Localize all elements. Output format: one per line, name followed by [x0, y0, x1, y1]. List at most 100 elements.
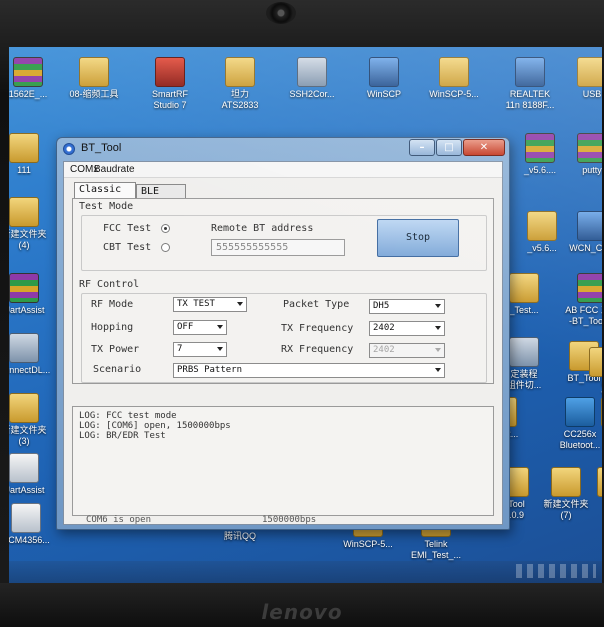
desktop-icon[interactable]: 6 T — [569, 347, 602, 401]
tx-power-select[interactable]: 7 — [173, 342, 227, 357]
lenovo-logo: lenovo — [261, 600, 343, 624]
fcc-test-radio[interactable] — [161, 224, 170, 233]
rx-frequency-value: 2402 — [373, 345, 395, 355]
desktop-icon-label: WCN_Co... — [569, 243, 602, 253]
doc-icon — [9, 453, 39, 483]
remote-address-label: Remote BT address — [211, 223, 314, 234]
rx-frequency-select: 2402 — [369, 343, 445, 358]
system-tray — [516, 564, 596, 578]
status-port: COM6 is open — [86, 515, 152, 525]
desktop-icon[interactable]: 88 — [581, 397, 602, 440]
folder-icon — [589, 347, 602, 377]
desktop-icon[interactable]: REALTEK 11n 8188F... — [495, 57, 565, 111]
rar-icon — [577, 273, 602, 303]
desktop-icon-label: ConnectDL... — [9, 365, 51, 375]
folder-icon — [509, 273, 539, 303]
desktop-icon-label: SSH2Cor... — [289, 89, 335, 99]
desktop-icon[interactable]: UartAssist — [9, 273, 59, 316]
menu-bar: COMx Baudrate — [64, 162, 502, 178]
tab-ble[interactable]: BLE — [136, 184, 186, 199]
folder-icon — [79, 57, 109, 87]
desktop-icon[interactable]: putty — [557, 133, 602, 176]
desktop-icon-label: REALTEK 11n 8188F... — [505, 89, 555, 110]
folder-icon — [601, 397, 602, 427]
scenario-label: Scenario — [93, 364, 142, 375]
cbt-test-radio[interactable] — [161, 243, 170, 252]
desktop-icon-label: AB FCC 工具 -BT_Tool ... — [565, 305, 602, 326]
tab-classic[interactable]: Classic — [74, 182, 136, 199]
cbt-test-label: CBT Test — [103, 242, 152, 253]
desktop-icon[interactable]: 111 — [9, 133, 59, 176]
desktop-icon-label: Telink EMI_Test_... — [410, 539, 462, 560]
desktop-icon-label: 1562E_... — [9, 89, 48, 99]
desktop-icon[interactable]: SmartRF Studio 7 — [135, 57, 205, 111]
desktop-icon-label: UartAssist — [9, 485, 45, 495]
stop-button[interactable]: Stop — [377, 219, 459, 257]
rf-mode-select[interactable]: TX TEST — [173, 297, 247, 312]
chevron-down-icon — [435, 326, 441, 330]
scenario-select[interactable]: PRBS Pattern — [173, 363, 445, 378]
chevron-down-icon — [435, 304, 441, 308]
desktop-icon[interactable]: BCM4356... — [9, 503, 61, 546]
tx-frequency-select[interactable]: 2402 — [369, 321, 445, 336]
tx-power-label: TX Power — [91, 344, 140, 355]
desktop-icon-label: WinSCP-5... — [343, 539, 393, 549]
maximize-icon: □ — [444, 142, 454, 153]
chevron-down-icon — [435, 368, 441, 372]
maximize-button[interactable]: □ — [436, 139, 462, 156]
log-area[interactable]: LOG: FCC test mode LOG: [COM6] open, 150… — [72, 406, 494, 516]
desktop-icon-label: putty — [582, 165, 602, 175]
desktop-icon-label: 坦力 ATS2833 — [221, 89, 259, 110]
desktop-icon-label: 111 — [17, 165, 31, 175]
tx-power-value: 7 — [177, 344, 183, 354]
folder-icon — [225, 57, 255, 87]
close-icon: ✕ — [479, 142, 489, 153]
scenario-value: PRBS Pattern — [177, 365, 243, 375]
desktop-icon[interactable]: WinSCP-5... — [419, 57, 489, 100]
desktop-icon-label: USB — [582, 89, 602, 99]
title-bar[interactable]: BT_Tool – □ ✕ — [57, 138, 509, 160]
net-icon — [577, 211, 602, 241]
desktop-icon[interactable]: UartAssist — [9, 453, 59, 496]
rar-icon — [577, 133, 602, 163]
fcc-test-label: FCC Test — [103, 223, 152, 234]
desktop-icon[interactable]: USB — [557, 57, 602, 100]
minimize-button[interactable]: – — [409, 139, 435, 156]
desktop-icon[interactable]: 新建文件夹 (4) — [9, 197, 59, 251]
desktop-icon-label: 08-缩频工具 — [69, 89, 119, 99]
desktop-icon-label: WinSCP-5... — [429, 89, 479, 99]
desktop-icon[interactable]: ConnectDL... — [9, 333, 59, 376]
desktop-icon[interactable]: WCN_Co... — [557, 211, 602, 254]
close-button[interactable]: ✕ — [463, 139, 505, 156]
desktop-icon-label: 88 — [581, 429, 602, 440]
hopping-select[interactable]: OFF — [173, 320, 227, 335]
folder-icon — [597, 467, 602, 497]
desktop-icon[interactable]: 坦力 ATS2833 — [205, 57, 275, 111]
desktop-icon[interactable]: AB FCC 工具 -BT_Tool ... — [557, 273, 602, 327]
hopping-value: OFF — [177, 322, 194, 332]
folder-icon — [9, 197, 39, 227]
tool-icon — [509, 337, 539, 367]
packet-type-label: Packet Type — [283, 299, 350, 310]
status-baudrate: 1500000bps — [262, 515, 317, 525]
desktop-icon[interactable]: SSH2Cor... — [277, 57, 347, 100]
desktop-icon[interactable]: 882 — [577, 467, 602, 510]
log-line: LOG: FCC test mode — [79, 411, 177, 421]
desktop-icon[interactable]: 1562E_... — [9, 57, 63, 100]
packet-type-select[interactable]: DH5 — [369, 299, 445, 314]
desktop-icon[interactable]: 08-缩频工具 — [59, 57, 129, 100]
test-mode-label: Test Mode — [79, 201, 134, 212]
desktop-icon-label: BCM4356... — [9, 535, 50, 545]
net-icon — [515, 57, 545, 87]
desktop-icon[interactable]: WinSCP — [349, 57, 419, 100]
desktop-icon[interactable]: 新建文件夹 (3) — [9, 393, 59, 447]
minimize-icon: – — [419, 142, 425, 153]
tx-frequency-label: TX Frequency — [281, 323, 354, 334]
menu-baudrate[interactable]: Baudrate — [90, 162, 139, 177]
classic-tab-panel: Test Mode FCC Test CBT Test Remote BT ad… — [72, 198, 494, 384]
desktop-icon-label: SmartRF Studio 7 — [152, 89, 188, 110]
chevron-down-icon — [435, 348, 441, 352]
remote-address-input[interactable]: 555555555555 — [211, 239, 345, 256]
rx-frequency-label: RX Frequency — [281, 344, 354, 355]
hopping-label: Hopping — [91, 322, 134, 333]
